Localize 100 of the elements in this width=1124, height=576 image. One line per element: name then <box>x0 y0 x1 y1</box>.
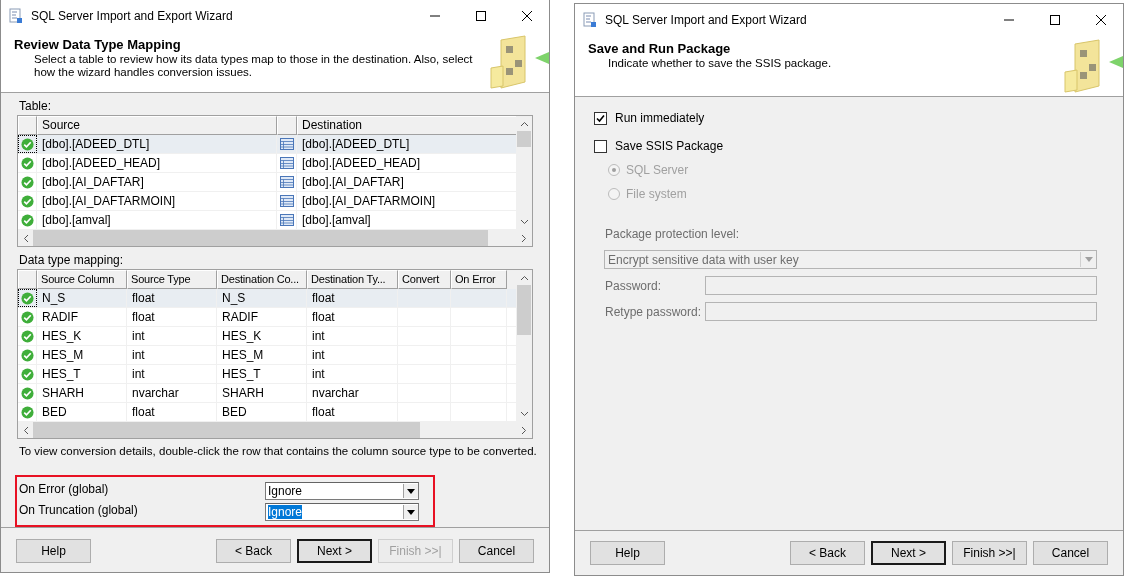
table-row[interactable]: [dbo].[AI_DAFTAR] [dbo].[AI_DAFTAR] <box>18 173 516 192</box>
check-circle-icon <box>20 175 34 189</box>
scroll-right-icon[interactable] <box>521 233 527 243</box>
vertical-scrollbar[interactable] <box>516 116 532 230</box>
table-cell: HES_T <box>37 365 127 383</box>
table-cell: int <box>307 365 398 383</box>
mapping-row[interactable]: RADIF float RADIF float <box>18 308 516 327</box>
table-cell: float <box>307 403 398 421</box>
table-cell: [dbo].[amval] <box>37 211 277 229</box>
field-label: Retype password: <box>605 304 703 319</box>
scroll-down-icon[interactable] <box>519 411 529 417</box>
app-icon <box>9 8 23 24</box>
table-cell: N_S <box>217 289 307 307</box>
wizard-button[interactable]: Cancel <box>459 539 534 563</box>
wizard-button[interactable]: Help <box>16 539 91 563</box>
dropdown[interactable]: Ignore <box>265 503 419 521</box>
vertical-scrollbar[interactable] <box>516 270 532 422</box>
protection-label: Package protection level: <box>604 227 741 241</box>
table-cell: int <box>127 365 217 383</box>
wizard-button[interactable]: < Back <box>216 539 291 563</box>
table-icon <box>279 195 294 207</box>
table-cell: [dbo].[AI_DAFTARMOIN] <box>37 192 277 210</box>
table-cell: HES_K <box>37 327 127 345</box>
caret-icon <box>407 488 415 494</box>
scroll-up-icon[interactable] <box>519 121 529 127</box>
table-icon <box>279 214 294 226</box>
scroll-thumb[interactable] <box>33 422 421 438</box>
column-header[interactable]: Destination <box>297 116 516 135</box>
check-circle-icon <box>20 329 34 343</box>
dropdown[interactable]: Ignore <box>265 482 419 500</box>
table-cell: [dbo].[AI_DAFTAR] <box>37 173 277 191</box>
table-cell: HES_T <box>217 365 307 383</box>
table-cell: [dbo].[ADEED_HEAD] <box>37 154 277 172</box>
scroll-down-icon[interactable] <box>519 219 529 225</box>
mapping-row[interactable]: HES_M int HES_M int <box>18 346 516 365</box>
maximize-icon[interactable] <box>475 10 487 22</box>
option-label: On Error (global) <box>19 482 110 496</box>
horizontal-scrollbar[interactable] <box>18 422 532 438</box>
check-circle-icon <box>20 137 34 151</box>
table-cell: nvarchar <box>307 384 398 402</box>
table-cell: float <box>127 308 217 326</box>
field-label: Password: <box>605 278 663 293</box>
mapping-label: Data type mapping: <box>18 252 125 269</box>
wizard-button[interactable]: Cancel <box>1033 541 1108 565</box>
table-cell: BED <box>37 403 127 421</box>
check-circle-icon <box>20 386 34 400</box>
page-heading: Save and Run Package <box>588 41 732 56</box>
mapping-row[interactable]: HES_T int HES_T int <box>18 365 516 384</box>
table-cell: float <box>307 289 398 307</box>
column-header[interactable]: Source <box>37 116 277 135</box>
column-header[interactable]: Destination Co... <box>217 270 307 289</box>
table-cell: RADIF <box>37 308 127 326</box>
table-cell: [dbo].[ADEED_DTL] <box>37 135 277 153</box>
column-header[interactable]: On Error <box>451 270 507 289</box>
table-cell: HES_M <box>217 346 307 364</box>
caret-icon <box>407 509 415 515</box>
scroll-right-icon[interactable] <box>521 425 527 435</box>
window-title: SQL Server Import and Export Wizard <box>31 9 233 23</box>
scroll-left-icon[interactable] <box>23 233 29 243</box>
column-header[interactable]: Destination Ty... <box>307 270 398 289</box>
maximize-icon[interactable] <box>1049 14 1061 26</box>
check-circle-icon <box>20 310 34 324</box>
table-cell: int <box>307 327 398 345</box>
close-icon[interactable] <box>521 10 533 22</box>
folder-diagram-icon <box>1063 38 1123 94</box>
wizard-button[interactable]: < Back <box>790 541 865 565</box>
table-cell: RADIF <box>217 308 307 326</box>
table-icon <box>279 157 294 169</box>
wizard-button[interactable]: Help <box>590 541 665 565</box>
table-label: Table: <box>18 98 53 115</box>
scroll-thumb[interactable] <box>517 285 531 335</box>
table-icon <box>279 176 294 188</box>
mapping-row[interactable]: HES_K int HES_K int <box>18 327 516 346</box>
close-icon[interactable] <box>1095 14 1107 26</box>
table-cell: SHARH <box>217 384 307 402</box>
mapping-row[interactable]: N_S float N_S float <box>18 289 516 308</box>
column-header[interactable]: Source Column <box>37 270 127 289</box>
table-cell: N_S <box>37 289 127 307</box>
wizard-button[interactable]: Finish >>| <box>952 541 1027 565</box>
option-label: On Truncation (global) <box>19 503 139 517</box>
check-circle-icon <box>20 367 34 381</box>
wizard-button[interactable]: Next > <box>297 539 372 563</box>
scroll-left-icon[interactable] <box>23 425 29 435</box>
table-row[interactable]: [dbo].[ADEED_HEAD] [dbo].[ADEED_HEAD] <box>18 154 516 173</box>
table-row[interactable]: [dbo].[ADEED_DTL] [dbo].[ADEED_DTL] <box>18 135 516 154</box>
wizard-button[interactable]: Next > <box>871 541 946 565</box>
table-row[interactable]: [dbo].[AI_DAFTARMOIN] [dbo].[AI_DAFTARMOIN] <box>18 192 516 211</box>
column-header[interactable]: Convert <box>398 270 451 289</box>
mapping-row[interactable]: SHARH nvarchar SHARH nvarchar <box>18 384 516 403</box>
check-circle-icon <box>20 405 34 419</box>
checkbox[interactable] <box>594 111 607 125</box>
checkbox-label: Run immediately <box>615 111 705 125</box>
page-description: Indicate whether to save the SSIS package. <box>607 57 833 70</box>
table-cell: float <box>127 289 217 307</box>
table-cell: nvarchar <box>127 384 217 402</box>
folder-diagram-icon <box>489 34 549 90</box>
column-header[interactable]: Source Type <box>127 270 217 289</box>
checkbox[interactable] <box>594 139 607 153</box>
scroll-thumb[interactable] <box>517 131 531 147</box>
scroll-up-icon[interactable] <box>519 275 529 281</box>
